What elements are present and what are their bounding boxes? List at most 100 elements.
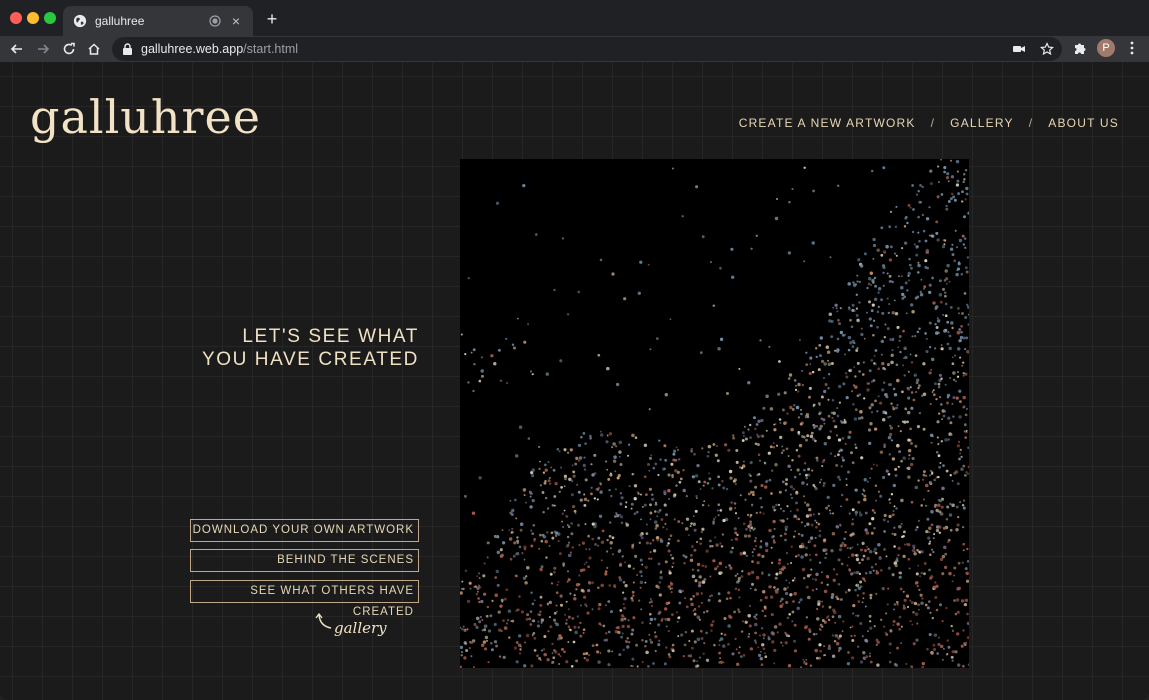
artwork-particle <box>657 623 661 627</box>
artwork-particle <box>671 613 674 616</box>
site-logo[interactable]: galluhree <box>30 90 261 144</box>
artwork-particle <box>548 544 551 548</box>
camera-icon[interactable] <box>1012 42 1026 56</box>
artwork-particle <box>935 528 940 533</box>
artwork-particle <box>818 534 822 538</box>
nav-gallery[interactable]: GALLERY <box>950 116 1014 130</box>
artwork-particle <box>964 436 967 439</box>
reload-button[interactable] <box>59 39 79 59</box>
nav-create-artwork[interactable]: CREATE A NEW ARTWORK <box>739 116 916 130</box>
artwork-particle <box>806 503 810 507</box>
artwork-particle <box>523 664 527 668</box>
artwork-particle <box>910 266 913 270</box>
artwork-particle <box>820 571 823 574</box>
artwork-particle <box>767 637 771 641</box>
artwork-particle <box>838 322 841 326</box>
artwork-particle <box>696 664 700 668</box>
back-button[interactable] <box>7 39 27 59</box>
artwork-particle <box>577 290 580 294</box>
artwork-particle <box>582 568 586 572</box>
artwork-particle <box>886 272 889 275</box>
close-window-button[interactable] <box>10 12 22 24</box>
maximize-window-button[interactable] <box>44 12 56 24</box>
home-button[interactable] <box>84 39 104 59</box>
artwork-particle <box>847 470 850 474</box>
artwork-particle <box>717 347 721 351</box>
artwork-particle <box>795 490 798 494</box>
artwork-particle <box>924 504 928 507</box>
artwork-particle <box>869 596 873 600</box>
artwork-particle <box>845 484 848 486</box>
artwork-particle <box>833 639 837 643</box>
artwork-particle <box>916 622 919 625</box>
artwork-particle <box>805 363 809 366</box>
artwork-particle <box>503 597 507 601</box>
artwork-particle <box>943 545 947 550</box>
artwork-particle <box>938 293 943 297</box>
artwork-particle <box>779 421 782 424</box>
artwork-particle <box>847 348 851 352</box>
artwork-particle <box>684 630 688 634</box>
artwork-particle <box>563 448 567 452</box>
artwork-particle <box>690 554 693 557</box>
artwork-particle <box>823 389 827 394</box>
artwork-particle <box>577 626 581 629</box>
artwork-particle <box>816 617 820 621</box>
close-tab-icon[interactable]: × <box>229 14 243 28</box>
artwork-particle <box>856 614 860 617</box>
artwork-particle <box>914 528 918 532</box>
artwork-particle <box>553 288 556 292</box>
artwork-particle <box>800 555 804 559</box>
artwork-particle <box>461 580 464 583</box>
artwork-particle <box>872 237 876 242</box>
artwork-particle <box>928 234 931 237</box>
artwork-particle <box>663 503 667 507</box>
artwork-particle <box>921 665 925 668</box>
artwork-particle <box>806 415 810 419</box>
artwork-particle <box>806 483 809 486</box>
artwork-particle <box>644 565 648 569</box>
artwork-particle <box>527 323 530 326</box>
browser-tab[interactable]: galluhree × <box>63 6 253 36</box>
artwork-particle <box>550 582 554 585</box>
more-vert-icon[interactable] <box>1125 40 1139 56</box>
artwork-particle <box>548 616 551 619</box>
address-bar[interactable]: galluhree.web.app/start.html <box>112 37 1062 61</box>
artwork-particle <box>521 552 524 555</box>
forward-button[interactable] <box>33 39 53 59</box>
artwork-particle <box>784 538 787 542</box>
artwork-particle <box>605 440 609 444</box>
artwork-particle <box>815 521 818 524</box>
artwork-particle <box>835 595 838 599</box>
behind-the-scenes-button[interactable]: BEHIND THE SCENES <box>190 549 419 572</box>
artwork-particle <box>567 570 569 573</box>
artwork-particle <box>682 654 685 658</box>
avatar[interactable]: P <box>1097 39 1115 57</box>
artwork-particle <box>926 648 929 651</box>
artwork-particle <box>874 551 878 555</box>
artwork-particle <box>811 588 815 592</box>
artwork-particle <box>821 600 824 603</box>
artwork-particle <box>865 531 870 535</box>
artwork-particle <box>830 549 834 553</box>
artwork-particle <box>693 452 696 456</box>
star-icon[interactable] <box>1040 42 1054 56</box>
artwork-particle <box>943 410 947 413</box>
artwork-particle <box>749 479 753 483</box>
artwork-particle <box>871 517 875 521</box>
nav-about-us[interactable]: ABOUT US <box>1048 116 1119 130</box>
new-tab-button[interactable]: + <box>263 9 281 29</box>
artwork-particle <box>923 562 927 565</box>
artwork-particle <box>824 556 827 560</box>
download-artwork-button[interactable]: DOWNLOAD YOUR OWN ARTWORK <box>190 519 419 542</box>
minimize-window-button[interactable] <box>27 12 39 24</box>
artwork-particle <box>719 509 723 512</box>
see-others-button[interactable]: SEE WHAT OTHERS HAVE CREATED <box>190 580 419 618</box>
reload-icon <box>63 42 75 55</box>
puzzle-icon[interactable] <box>1073 41 1087 55</box>
artwork-particle <box>808 507 812 512</box>
artwork-particle <box>768 585 772 589</box>
artwork-particle <box>933 347 937 350</box>
artwork-particle <box>966 559 969 563</box>
artwork-particle <box>869 660 873 664</box>
